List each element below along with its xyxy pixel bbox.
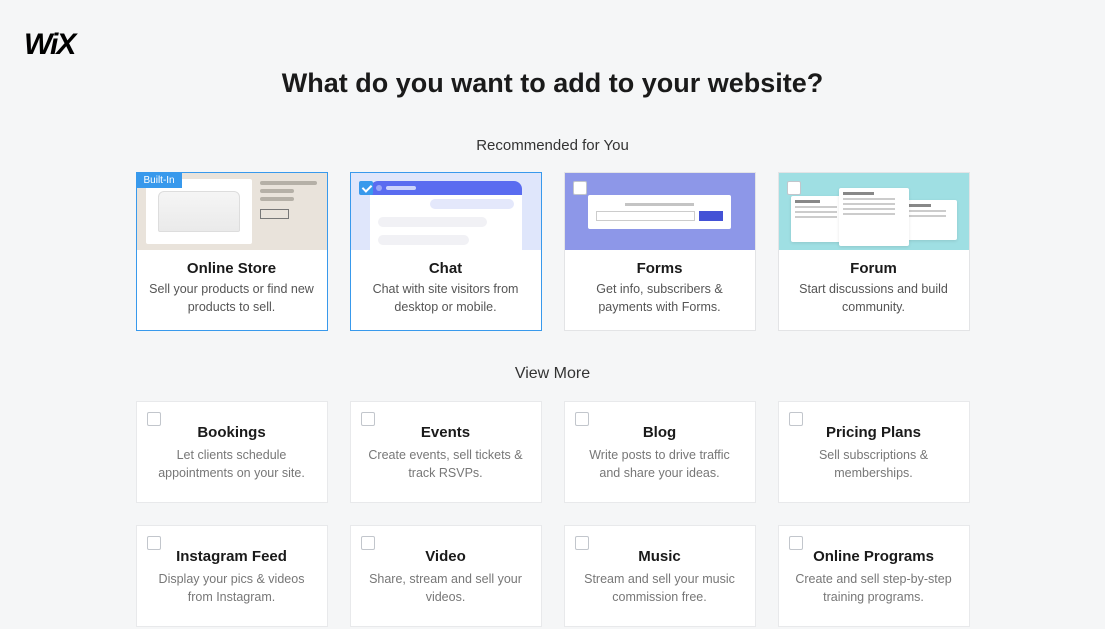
card-checkbox[interactable] xyxy=(789,536,803,550)
card-checkbox[interactable] xyxy=(359,181,373,195)
card-desc: Stream and sell your music commission fr… xyxy=(581,571,739,606)
card-checkbox[interactable] xyxy=(787,181,801,195)
card-thumbnail xyxy=(351,173,541,250)
card-title: Events xyxy=(367,424,525,441)
card-online-programs[interactable]: Online Programs Create and sell step-by-… xyxy=(778,525,970,627)
view-more-label: View More xyxy=(68,365,1038,383)
card-desc: Chat with site visitors from desktop or … xyxy=(363,281,529,316)
more-grid-2: Instagram Feed Display your pics & video… xyxy=(68,525,1038,627)
card-title: Online Store xyxy=(149,260,315,277)
card-title: Forms xyxy=(577,260,743,277)
card-forum[interactable]: Forum Start discussions and build commun… xyxy=(778,172,970,331)
card-thumbnail xyxy=(565,173,755,250)
card-pricing-plans[interactable]: Pricing Plans Sell subscriptions & membe… xyxy=(778,401,970,503)
card-title: Online Programs xyxy=(795,548,953,565)
card-title: Chat xyxy=(363,260,529,277)
main-container: What do you want to add to your website?… xyxy=(68,0,1038,627)
card-checkbox[interactable] xyxy=(789,412,803,426)
card-title: Instagram Feed xyxy=(153,548,311,565)
card-checkbox[interactable] xyxy=(147,536,161,550)
card-checkbox[interactable] xyxy=(361,412,375,426)
card-checkbox[interactable] xyxy=(361,536,375,550)
card-desc: Share, stream and sell your videos. xyxy=(367,571,525,606)
card-chat[interactable]: Chat Chat with site visitors from deskto… xyxy=(350,172,542,331)
card-events[interactable]: Events Create events, sell tickets & tra… xyxy=(350,401,542,503)
card-desc: Get info, subscribers & payments with Fo… xyxy=(577,281,743,316)
card-online-store[interactable]: Built-In Online Store Sell your products… xyxy=(136,172,328,331)
card-video[interactable]: Video Share, stream and sell your videos… xyxy=(350,525,542,627)
card-checkbox[interactable] xyxy=(575,536,589,550)
recommended-grid: Built-In Online Store Sell your products… xyxy=(68,172,1038,331)
card-desc: Sell subscriptions & memberships. xyxy=(795,447,953,482)
card-desc: Write posts to drive traffic and share y… xyxy=(581,447,739,482)
page-title: What do you want to add to your website? xyxy=(68,68,1038,99)
more-grid-1: Bookings Let clients schedule appointmen… xyxy=(68,401,1038,503)
card-title: Video xyxy=(367,548,525,565)
card-title: Pricing Plans xyxy=(795,424,953,441)
recommended-label: Recommended for You xyxy=(68,137,1038,154)
card-checkbox[interactable] xyxy=(575,412,589,426)
card-forms[interactable]: Forms Get info, subscribers & payments w… xyxy=(564,172,756,331)
card-desc: Create events, sell tickets & track RSVP… xyxy=(367,447,525,482)
card-desc: Let clients schedule appointments on you… xyxy=(153,447,311,482)
card-checkbox[interactable] xyxy=(573,181,587,195)
card-bookings[interactable]: Bookings Let clients schedule appointmen… xyxy=(136,401,328,503)
card-blog[interactable]: Blog Write posts to drive traffic and sh… xyxy=(564,401,756,503)
card-music[interactable]: Music Stream and sell your music commiss… xyxy=(564,525,756,627)
card-thumbnail xyxy=(779,173,969,250)
card-desc: Display your pics & videos from Instagra… xyxy=(153,571,311,606)
card-checkbox[interactable] xyxy=(147,412,161,426)
card-desc: Start discussions and build community. xyxy=(791,281,957,316)
card-desc: Sell your products or find new products … xyxy=(149,281,315,316)
wix-logo[interactable]: WiX xyxy=(24,28,74,62)
builtin-badge: Built-In xyxy=(137,173,182,188)
card-title: Forum xyxy=(791,260,957,277)
card-desc: Create and sell step-by-step training pr… xyxy=(795,571,953,606)
card-title: Bookings xyxy=(153,424,311,441)
card-title: Blog xyxy=(581,424,739,441)
card-title: Music xyxy=(581,548,739,565)
card-instagram-feed[interactable]: Instagram Feed Display your pics & video… xyxy=(136,525,328,627)
